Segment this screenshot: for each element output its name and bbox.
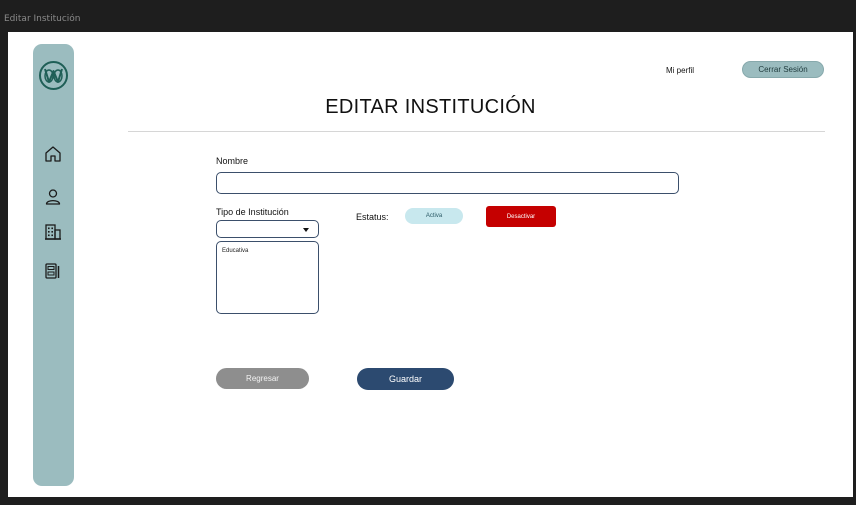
option-educativa[interactable]: Educativa (222, 248, 248, 254)
back-button[interactable]: Regresar (216, 368, 309, 389)
home-icon[interactable] (43, 144, 63, 164)
window-title-bar: Editar Institución (0, 0, 856, 32)
institution-type-label: Tipo de Institución (216, 207, 289, 217)
deactivate-button[interactable]: Desactivar (486, 206, 556, 227)
inventory-icon[interactable] (43, 261, 63, 281)
institution-type-select[interactable] (216, 220, 319, 238)
user-icon[interactable] (43, 187, 63, 207)
status-label: Estatus: (356, 212, 389, 222)
page-title: EDITAR INSTITUCIÓN (325, 96, 536, 118)
window-title: Editar Institución (4, 14, 81, 24)
status-badge: Activa (405, 208, 463, 224)
name-label: Nombre (216, 156, 249, 166)
chevron-down-icon[interactable] (303, 228, 309, 232)
app-frame: Mi perfil Cerrar Sesión EDITAR INSTITUCI… (8, 32, 853, 497)
name-input[interactable] (216, 172, 679, 194)
profile-link[interactable]: Mi perfil (666, 66, 694, 75)
logo-icon (39, 61, 68, 90)
title-divider (128, 131, 825, 132)
save-button[interactable]: Guardar (357, 368, 454, 390)
institution-type-options[interactable]: Educativa (216, 241, 319, 314)
logout-button[interactable]: Cerrar Sesión (742, 61, 824, 78)
building-icon[interactable] (43, 222, 63, 242)
